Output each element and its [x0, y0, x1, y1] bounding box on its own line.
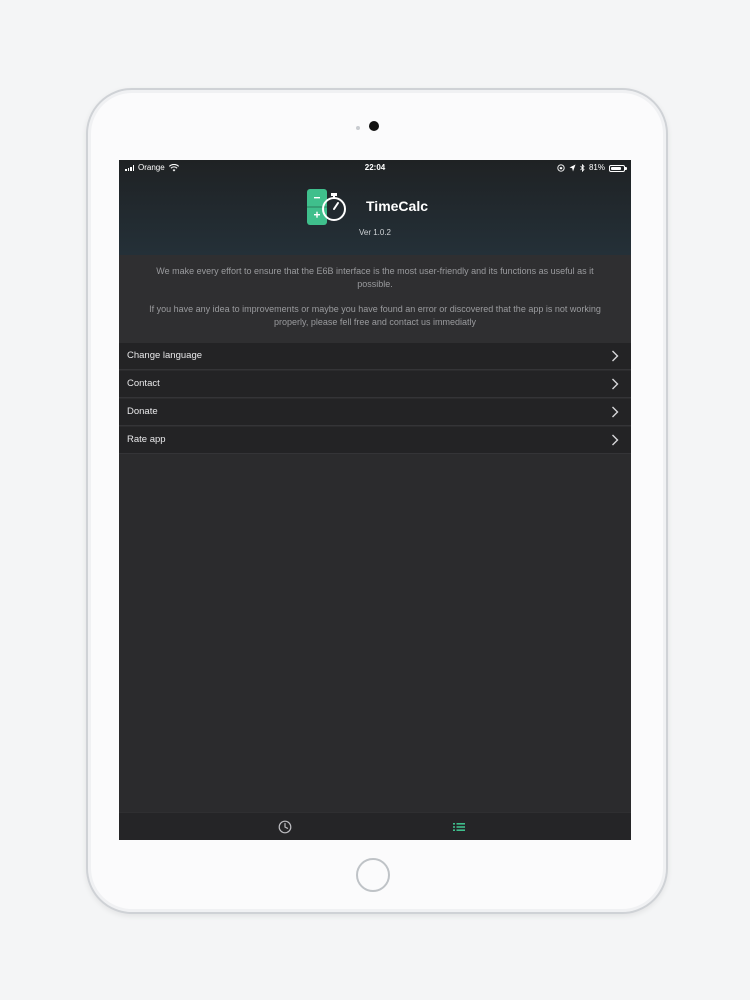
status-time: 22:04: [364, 163, 386, 172]
battery-percent: 81%: [588, 163, 605, 172]
sensor-dot: [356, 126, 360, 130]
chevron-right-icon: [612, 406, 619, 418]
battery-icon: [609, 164, 627, 172]
app-title: TimeCalc: [366, 198, 428, 214]
menu-item-rate-app[interactable]: Rate app: [119, 427, 631, 454]
menu-item-label: Contact: [127, 378, 160, 389]
menu-item-contact[interactable]: Contact: [119, 371, 631, 398]
status-bar: Orange 22:04 81%: [119, 160, 631, 176]
about-section: We make every effort to ensure that the …: [119, 255, 631, 343]
chevron-right-icon: [612, 350, 619, 362]
timecalc-logo-icon: [307, 189, 346, 225]
app-version: Ver 1.0.2: [358, 228, 392, 237]
app-screen: Orange 22:04 81% TimeCalc Ver 1.0.2 We m…: [119, 160, 631, 840]
status-right: 81%: [557, 160, 627, 176]
list-icon: [453, 823, 465, 831]
home-button[interactable]: [356, 858, 390, 892]
chevron-right-icon: [612, 378, 619, 390]
about-paragraph-1: We make every effort to ensure that the …: [156, 266, 594, 289]
clock-icon: [278, 820, 292, 834]
chevron-right-icon: [612, 434, 619, 446]
stage: Orange 22:04 81% TimeCalc Ver 1.0.2 We m…: [0, 0, 750, 1000]
bluetooth-icon: [580, 164, 585, 172]
menu-item-label: Change language: [127, 350, 203, 361]
menu-item-label: Donate: [127, 406, 158, 417]
menu-item-donate[interactable]: Donate: [119, 399, 631, 426]
about-paragraph-2: If you have any idea to improvements or …: [149, 304, 601, 327]
tab-settings[interactable]: [439, 813, 479, 840]
tab-bar: [119, 812, 631, 840]
settings-menu: Change language Contact Donate Rate app: [119, 343, 631, 455]
menu-item-label: Rate app: [127, 434, 166, 445]
orientation-lock-icon: [557, 164, 565, 172]
tab-calculator[interactable]: [265, 813, 305, 840]
app-header: Orange 22:04 81% TimeCalc Ver 1.0.2: [119, 160, 631, 255]
front-camera: [369, 121, 379, 131]
location-icon: [569, 164, 576, 172]
battery-level: [611, 166, 621, 170]
menu-item-change-language[interactable]: Change language: [119, 343, 631, 370]
